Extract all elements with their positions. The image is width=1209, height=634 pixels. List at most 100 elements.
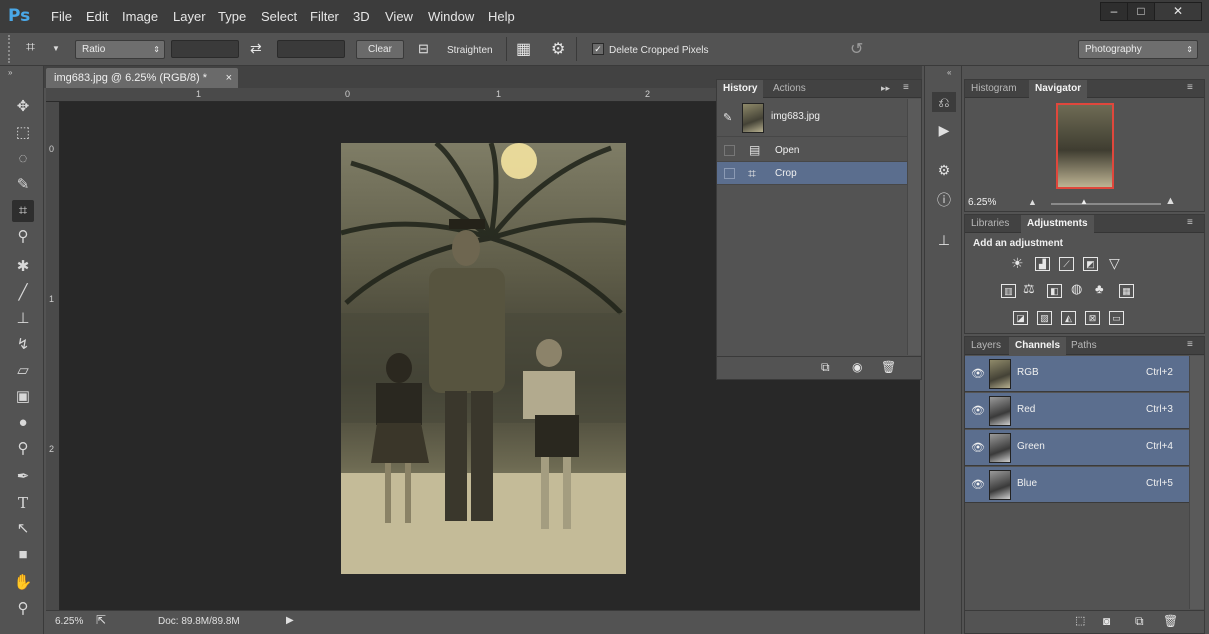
menu-window[interactable]: Window [428,9,474,24]
crop-width-field[interactable] [171,40,239,58]
eye-visibility-icon[interactable]: 👁 [971,441,985,454]
share-icon[interactable]: ⇱ [96,613,106,627]
history-item-selected[interactable]: ⌗ Crop [717,162,907,185]
info-panel-icon[interactable]: ⓘ [932,190,956,210]
vibrance-icon[interactable]: ▽ [1109,255,1120,272]
gradient-map-icon[interactable]: ▭ [1109,311,1124,325]
quick-select-tool-icon[interactable]: ✎ [12,174,34,196]
zoom-slider-thumb[interactable]: ▲ [1080,197,1088,206]
history-source-box[interactable] [724,168,735,179]
threshold-icon[interactable]: ◭ [1061,311,1076,325]
ratio-select[interactable]: Ratio ⇕ [75,40,165,59]
channel-row-blue[interactable]: 👁 Blue Ctrl+5 [965,467,1189,503]
status-menu-arrow-icon[interactable]: ▶ [286,615,294,626]
tab-actions[interactable]: Actions [767,80,812,98]
eyedropper-tool-icon[interactable]: ⚲ [12,226,34,248]
tool-preset-chevron-icon[interactable]: ▼ [52,44,60,53]
new-document-from-state-icon[interactable]: ⧉ [821,360,830,375]
menu-select[interactable]: Select [261,9,297,24]
reset-crop-icon[interactable]: ↺ [850,39,863,59]
menu-filter[interactable]: Filter [310,9,339,24]
history-source-box[interactable] [724,145,735,156]
tab-navigator[interactable]: Navigator [1029,80,1088,98]
crop-tool-icon[interactable]: ⌗ [26,39,35,57]
grip-handle[interactable] [8,35,18,63]
path-select-tool-icon[interactable]: ↖ [12,518,34,540]
color-lookup-icon[interactable]: ▦ [1119,284,1134,298]
maximize-button[interactable]: □ [1127,2,1155,21]
minimize-button[interactable]: – [1100,2,1128,21]
vintage-photo[interactable] [341,143,626,574]
eye-visibility-icon[interactable]: 👁 [971,478,985,491]
menu-type[interactable]: Type [218,9,246,24]
history-snapshot[interactable]: ✎ img683.jpg [717,99,907,137]
tab-histogram[interactable]: Histogram [965,80,1023,98]
type-tool-icon[interactable]: T [12,492,34,514]
brush-tool-icon[interactable]: ╱ [12,282,34,304]
delete-cropped-checkbox[interactable]: ✓ [592,43,604,55]
history-scrollbar[interactable] [907,99,921,355]
channel-row-rgb[interactable]: 👁 RGB Ctrl+2 [965,356,1189,392]
load-selection-icon[interactable]: ⬚ [1075,614,1085,627]
expand-dock-icon[interactable]: « [947,68,951,77]
panel-menu-icon[interactable]: ≡ [1187,82,1193,93]
tab-history[interactable]: History [717,80,764,98]
brightness-contrast-icon[interactable]: ☀ [1011,255,1024,272]
zoom-out-icon[interactable]: ▲ [1028,197,1037,207]
actions-panel-icon[interactable]: ▶ [932,120,956,140]
hue-saturation-icon[interactable]: ▥ [1001,284,1016,298]
trash-icon[interactable]: 🗑 [1163,614,1178,628]
zoom-tool-icon[interactable]: ⚲ [12,598,34,620]
workspace-select[interactable]: Photography ⇕ [1078,40,1198,59]
menu-edit[interactable]: Edit [86,9,108,24]
history-panel-icon[interactable]: ⎌ [932,92,956,112]
new-channel-icon[interactable]: ⧉ [1135,614,1144,629]
zoom-slider-track[interactable] [1051,203,1161,205]
eraser-tool-icon[interactable]: ▱ [12,360,34,382]
eye-visibility-icon[interactable]: 👁 [971,404,985,417]
history-item[interactable]: ▤ Open [717,139,907,162]
curves-icon[interactable]: ⟋ [1059,257,1074,271]
gradient-tool-icon[interactable]: ▣ [12,386,34,408]
save-selection-mask-icon[interactable]: ◙ [1103,614,1110,628]
document-tab[interactable]: img683.jpg @ 6.25% (RGB/8) * × [46,68,238,88]
swap-dimensions-icon[interactable]: ⇄ [250,40,262,57]
zoom-level[interactable]: 6.25% [55,616,83,627]
panel-menu-icon[interactable]: ≡ [903,82,909,93]
tab-libraries[interactable]: Libraries [965,215,1015,233]
menu-image[interactable]: Image [122,9,158,24]
blur-tool-icon[interactable]: ● [12,412,34,434]
trash-icon[interactable]: 🗑 [881,360,896,374]
clone-source-panel-icon[interactable]: ⊥ [932,230,956,250]
channels-scrollbar[interactable] [1189,356,1204,609]
history-brush-source-icon[interactable]: ✎ [723,111,732,124]
color-balance-icon[interactable]: ⚖ [1023,281,1035,297]
posterize-icon[interactable]: ▨ [1037,311,1052,325]
marquee-tool-icon[interactable]: ⬚ [12,122,34,144]
tab-channels[interactable]: Channels [1009,337,1067,355]
lasso-tool-icon[interactable]: ◌ [12,148,34,170]
channel-row-green[interactable]: 👁 Green Ctrl+4 [965,430,1189,466]
invert-icon[interactable]: ◪ [1013,311,1028,325]
collapse-arrows-icon[interactable]: » [8,68,12,77]
photo-filter-icon[interactable]: ◍ [1071,281,1082,297]
menu-3d[interactable]: 3D [353,9,370,24]
camera-snapshot-icon[interactable]: ◉ [852,360,862,374]
navigator-zoom-value[interactable]: 6.25% [968,197,996,208]
move-tool-icon[interactable]: ✥ [12,96,34,118]
menu-help[interactable]: Help [488,9,515,24]
rectangle-tool-icon[interactable]: ■ [12,544,34,566]
zoom-in-icon[interactable]: ▲ [1165,195,1176,207]
crop-height-field[interactable] [277,40,345,58]
black-white-icon[interactable]: ◧ [1047,284,1062,298]
menu-view[interactable]: View [385,9,413,24]
delete-cropped-label[interactable]: Delete Cropped Pixels [609,45,709,56]
pen-tool-icon[interactable]: ✒ [12,466,34,488]
gear-icon[interactable]: ⚙ [551,39,565,59]
ruler-vertical[interactable]: 0 1 2 [46,102,60,610]
properties-panel-icon[interactable]: ⚙ [932,160,956,180]
panel-menu-icon[interactable]: ≡ [1187,339,1193,350]
tab-layers[interactable]: Layers [965,337,1007,355]
straighten-level-icon[interactable]: ⊟ [418,41,429,57]
history-brush-tool-icon[interactable]: ↯ [12,334,34,356]
